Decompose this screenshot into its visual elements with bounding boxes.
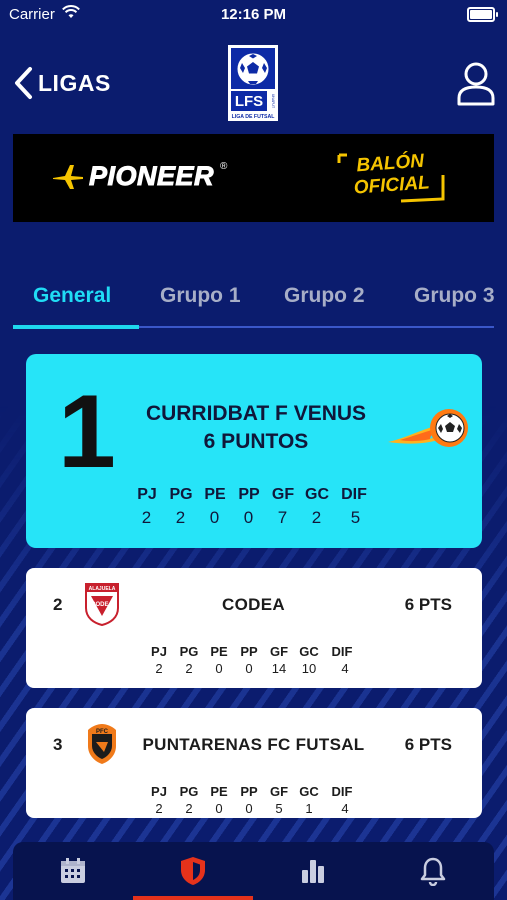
- puntarenas-crest-icon: PFC: [84, 722, 120, 766]
- logo-sub-text: LIGA DE FUTSAL: [232, 114, 276, 120]
- pioneer-logo: PIONEER ®: [53, 161, 227, 192]
- stat-header-pe: PE: [210, 784, 228, 799]
- logo-main-text: LFS: [235, 93, 263, 110]
- stat-value-pg: 2: [185, 801, 193, 816]
- standing-row-3[interactable]: 3 PFC PUNTARENAS FC FUTSAL 6 PTS PJ PG P…: [26, 708, 482, 818]
- stat-header-pp: PP: [238, 486, 260, 503]
- leader-points: 6 PUNTOS: [203, 430, 309, 453]
- status-bar: Carrier 12:16 PM: [0, 0, 507, 28]
- stat-value-pj: 2: [155, 661, 163, 676]
- team-position: 2: [53, 595, 63, 614]
- stat-value-pe: 0: [209, 508, 221, 527]
- codea-crest-icon: ALAJUELA CODEA: [84, 582, 120, 627]
- airplane-icon: [53, 164, 83, 189]
- crest-text: ALAJUELA: [89, 586, 116, 592]
- stat-value-gf: 14: [271, 661, 287, 676]
- battery-icon: [467, 7, 498, 22]
- stat-header-gc: GC: [305, 486, 329, 503]
- nav-stats[interactable]: [253, 842, 373, 900]
- stat-value-pp: 0: [243, 508, 255, 527]
- logo-badge-text: UNAFUT: [271, 94, 275, 109]
- tab-grupo-2[interactable]: Grupo 2: [284, 284, 365, 308]
- calendar-icon: [61, 858, 85, 883]
- standing-row-2[interactable]: 2 ALAJUELA CODEA CODEA 6 PTS PJ PG PE PP…: [26, 568, 482, 688]
- stat-value-gc: 1: [305, 801, 313, 816]
- user-profile-icon[interactable]: [456, 62, 496, 106]
- clock: 12:16 PM: [220, 6, 287, 23]
- bar-chart-icon: [302, 860, 324, 883]
- stat-header-pj: PJ: [137, 486, 157, 503]
- stat-header-pe: PE: [210, 644, 228, 659]
- chevron-left-icon: [15, 67, 32, 99]
- stat-value-pe: 0: [215, 801, 223, 816]
- tab-active-indicator: [13, 325, 139, 329]
- stat-header-gc: GC: [299, 784, 319, 799]
- league-logo: LFS UNAFUT LIGA DE FUTSAL: [224, 43, 282, 123]
- crest-text: PFC: [96, 729, 109, 735]
- bell-icon: [420, 857, 446, 886]
- stat-header-dif: DIF: [331, 784, 353, 799]
- stat-value-dif: 4: [341, 801, 349, 816]
- stat-value-gf: 5: [275, 801, 283, 816]
- stat-value-pp: 0: [245, 661, 253, 676]
- team-position: 3: [53, 735, 63, 754]
- stat-header-pg: PG: [179, 784, 199, 799]
- stat-header-pp: PP: [240, 644, 258, 659]
- stat-header-pj: PJ: [151, 644, 167, 659]
- tab-grupo-1[interactable]: Grupo 1: [160, 284, 241, 308]
- stat-value-gc: 10: [301, 661, 317, 676]
- stat-header-pj: PJ: [151, 784, 167, 799]
- nav-calendar[interactable]: [13, 842, 133, 900]
- stat-header-pg: PG: [169, 486, 193, 503]
- balon-oficial-badge: BALÓN OFICIAL: [335, 149, 447, 209]
- stat-value-pj: 2: [141, 508, 153, 527]
- pioneer-wordmark: PIONEER: [88, 161, 215, 192]
- shield-icon: [181, 857, 205, 885]
- stat-header-pp: PP: [240, 784, 258, 799]
- group-tabs: General Grupo 1 Grupo 2 Grupo 3: [13, 284, 507, 328]
- stat-value-pp: 0: [245, 801, 253, 816]
- team-points: 6 PTS: [404, 595, 452, 614]
- stat-header-pe: PE: [204, 486, 226, 503]
- sponsor-banner[interactable]: PIONEER ® BALÓN OFICIAL: [13, 134, 494, 222]
- nav-notifications[interactable]: [373, 842, 493, 900]
- nav-standings[interactable]: [133, 842, 253, 900]
- fire-ball-icon: [386, 404, 472, 454]
- tab-grupo-3[interactable]: Grupo 3: [414, 284, 495, 308]
- leader-team-name: CURRIDBAT F VENUS: [145, 402, 367, 425]
- stat-value-pg: 2: [175, 508, 187, 527]
- stat-header-dif: DIF: [341, 486, 367, 503]
- back-button[interactable]: LIGAS: [12, 64, 111, 102]
- back-label: LIGAS: [38, 69, 111, 96]
- crest-sub-text: CODEA: [91, 602, 113, 608]
- stat-value-dif: 4: [341, 661, 349, 676]
- stat-header-gf: GF: [271, 486, 295, 503]
- bottom-navigation: [13, 842, 494, 900]
- stat-value-pj: 2: [155, 801, 163, 816]
- team-name: PUNTARENAS FC FUTSAL: [142, 735, 365, 754]
- registered-mark: ®: [220, 161, 228, 172]
- stat-value-pe: 0: [215, 661, 223, 676]
- stat-header-gf: GF: [269, 784, 289, 799]
- tab-general[interactable]: General: [33, 284, 111, 308]
- stat-value-gf: 7: [277, 508, 289, 527]
- team-name: CODEA: [222, 595, 285, 614]
- leader-card[interactable]: 1 CURRIDBAT F VENUS 6 PUNTOS PJ PG PE PP…: [26, 354, 482, 548]
- team-points: 6 PTS: [404, 735, 452, 754]
- stat-value-pg: 2: [185, 661, 193, 676]
- stat-value-dif: 5: [350, 508, 362, 527]
- stat-header-gf: GF: [269, 644, 289, 659]
- stat-value-gc: 2: [311, 508, 323, 527]
- stat-header-dif: DIF: [331, 644, 353, 659]
- stat-header-pg: PG: [179, 644, 199, 659]
- stat-header-gc: GC: [299, 644, 319, 659]
